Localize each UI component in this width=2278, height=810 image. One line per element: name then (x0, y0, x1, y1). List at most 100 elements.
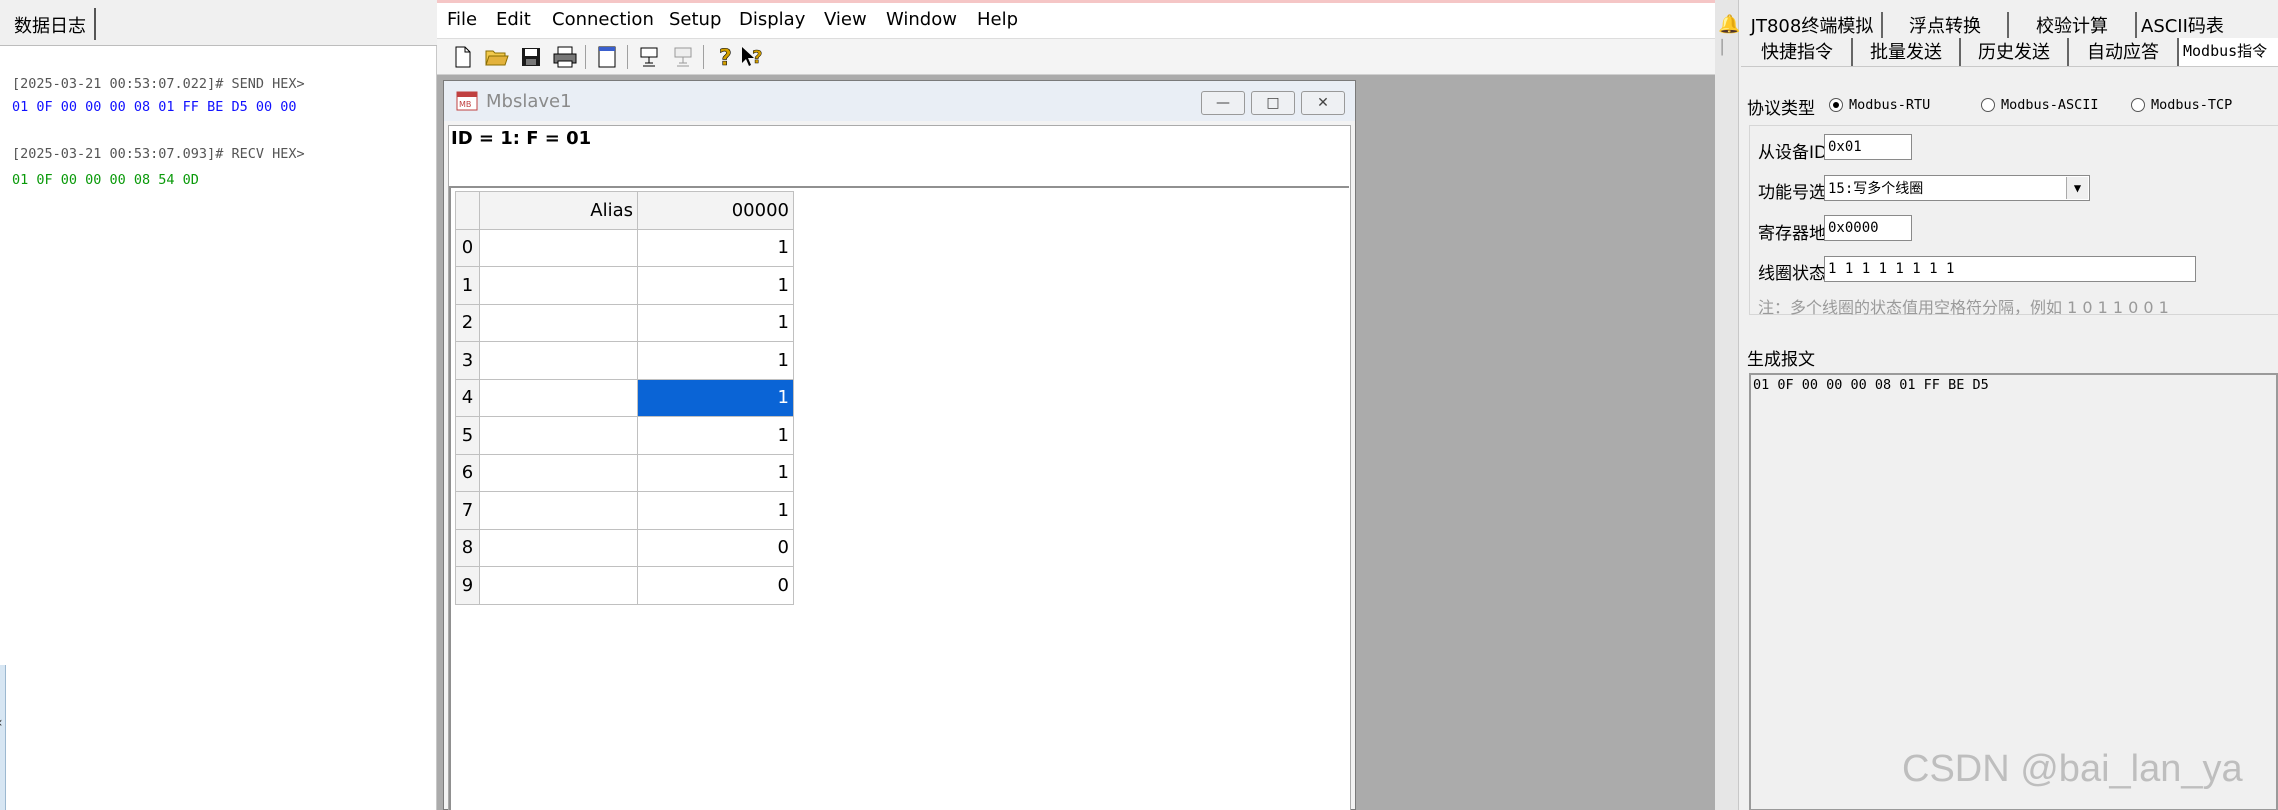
function-select-value: 15:写多个线圈 (1828, 181, 1924, 197)
tab-batch-send[interactable]: 批量发送 (1853, 38, 1961, 66)
tool-pane: 🔔 │ JT808终端模拟 浮点转换 校验计算 ASCII码表 快捷指令 批量发… (1715, 0, 2278, 810)
coil-value-cell[interactable]: 1 (637, 228, 794, 267)
menu-help[interactable]: Help (975, 9, 1020, 30)
coil-value-cell[interactable]: 1 (637, 491, 794, 530)
menu-setup[interactable]: Setup (667, 9, 723, 30)
alias-cell[interactable] (479, 378, 638, 417)
alias-cell[interactable] (479, 266, 638, 305)
alias-cell[interactable] (479, 228, 638, 267)
radio-dot (2131, 98, 2145, 112)
row-header[interactable]: 6 (455, 453, 480, 492)
coil-value-cell[interactable]: 1 (637, 453, 794, 492)
svg-text:?: ? (719, 46, 732, 69)
tab-checksum[interactable]: 校验计算 (2009, 12, 2137, 38)
toolbar-separator (703, 45, 704, 69)
tab-data-log[interactable]: 数据日志 (6, 8, 96, 40)
generated-message-box[interactable]: 01 0F 00 00 00 08 01 FF BE D5 (1749, 373, 2278, 810)
coil-value-cell[interactable]: 1 (637, 378, 794, 417)
generated-message-label: 生成报文 (1747, 350, 1815, 370)
modbus-slave-app: File Edit Connection Setup Display View … (437, 0, 1715, 810)
new-icon[interactable] (449, 43, 477, 71)
print-icon[interactable] (551, 43, 579, 71)
menu-view[interactable]: View (822, 9, 869, 30)
close-icon: ✕ (1317, 95, 1329, 111)
maximize-icon: □ (1266, 95, 1280, 111)
alias-cell[interactable] (479, 341, 638, 380)
generated-message: 01 0F 00 00 00 08 01 FF BE D5 (1753, 377, 1989, 393)
row-header[interactable]: 5 (455, 416, 480, 455)
row-header[interactable]: 8 (455, 528, 480, 567)
context-help-icon[interactable]: ? (739, 43, 767, 71)
coil-value-cell[interactable]: 1 (637, 266, 794, 305)
alias-column-header[interactable]: Alias (479, 191, 638, 230)
alias-cell[interactable] (479, 566, 638, 605)
grid-row: 31 (455, 341, 794, 380)
open-icon[interactable] (483, 43, 511, 71)
alias-cell[interactable] (479, 491, 638, 530)
connect-icon[interactable] (635, 43, 663, 71)
window-icon[interactable] (593, 43, 621, 71)
coil-value-cell[interactable]: 1 (637, 416, 794, 455)
row-header[interactable]: 1 (455, 266, 480, 305)
help-icon[interactable]: ? (711, 43, 739, 71)
row-header[interactable]: 3 (455, 341, 480, 380)
close-button[interactable]: ✕ (1301, 91, 1345, 115)
tab-ascii-table[interactable]: ASCII码表 (2137, 12, 2277, 38)
watermark: CSDN @bai_lan_ya (1902, 748, 2243, 790)
menubar: File Edit Connection Setup Display View … (437, 0, 1715, 38)
grid-corner (455, 191, 480, 230)
row-header[interactable]: 4 (455, 378, 480, 417)
slave-id-field[interactable] (1824, 134, 1912, 160)
grid-row: 80 (455, 528, 794, 567)
menu-edit[interactable]: Edit (494, 9, 533, 30)
alias-cell[interactable] (479, 416, 638, 455)
register-grid-area: Alias 00000 01112131415161718090 (449, 186, 1349, 810)
log-entry-send-data: 01 0F 00 00 00 08 01 FF BE D5 00 00 (12, 99, 297, 115)
coil-value-cell[interactable]: 1 (637, 341, 794, 380)
tab-history[interactable]: 历史发送 (1961, 38, 2069, 66)
coil-value-field[interactable] (1824, 256, 2196, 282)
row-header[interactable]: 2 (455, 303, 480, 342)
menu-display[interactable]: Display (737, 9, 807, 30)
menu-connection[interactable]: Connection (550, 9, 656, 30)
function-select[interactable]: 15:写多个线圈 ▼ (1824, 175, 2090, 201)
row-header[interactable]: 0 (455, 228, 480, 267)
coil-value-cell[interactable]: 1 (637, 303, 794, 342)
radio-dot (1829, 98, 1843, 112)
alias-cell[interactable] (479, 528, 638, 567)
window-client: ID = 1: F = 01 Alias 00000 0111213141516… (448, 125, 1351, 810)
alias-cell[interactable] (479, 453, 638, 492)
menu-file[interactable]: File (445, 9, 479, 30)
bell-icon[interactable]: 🔔 (1718, 14, 1740, 35)
row-header[interactable]: 7 (455, 491, 480, 530)
maximize-button[interactable]: □ (1251, 91, 1295, 115)
row-header[interactable]: 9 (455, 566, 480, 605)
window-titlebar[interactable]: MB Mbslave1 — □ ✕ (444, 81, 1355, 121)
disconnect-icon[interactable] (669, 43, 697, 71)
log-tabstrip: 数据日志 (0, 0, 437, 46)
radio-modbus-ascii[interactable]: Modbus-ASCII (1981, 97, 2099, 113)
log-entry-header: [2025-03-21 00:53:07.022]# SEND HEX> (12, 76, 305, 92)
tab-modbus-command[interactable]: Modbus指令 (2179, 38, 2278, 66)
tab-quick-commands[interactable]: 快捷指令 (1743, 38, 1853, 66)
alias-cell[interactable] (479, 303, 638, 342)
grid-row: 90 (455, 566, 794, 605)
menu-window[interactable]: Window (884, 9, 959, 30)
panel-collapse-handle[interactable]: ‹ (0, 665, 6, 810)
params-group: 从设备ID号 功能号选择 15:写多个线圈 ▼ 寄存器地址 线圈状态值 注：多个… (1749, 125, 2278, 317)
coil-value-cell[interactable]: 0 (637, 528, 794, 567)
chevron-down-icon[interactable]: ▼ (2066, 177, 2088, 199)
radio-label: Modbus-ASCII (2001, 97, 2099, 113)
save-icon[interactable] (517, 43, 545, 71)
register-address-field[interactable] (1824, 215, 1912, 241)
radio-modbus-rtu[interactable]: Modbus-RTU (1829, 97, 1930, 113)
address-column-header[interactable]: 00000 (637, 191, 794, 230)
tab-auto-reply[interactable]: 自动应答 (2069, 38, 2179, 66)
radio-modbus-tcp[interactable]: Modbus-TCP (2131, 97, 2232, 113)
tab-float-convert[interactable]: 浮点转换 (1883, 12, 2009, 38)
minimize-button[interactable]: — (1201, 91, 1245, 115)
handle-icon: │ (1718, 40, 1727, 56)
coil-value-cell[interactable]: 0 (637, 566, 794, 605)
tab-jt808[interactable]: JT808终端模拟 (1743, 12, 1883, 38)
log-entry-recv-data: 01 0F 00 00 00 08 54 0D (12, 172, 199, 188)
